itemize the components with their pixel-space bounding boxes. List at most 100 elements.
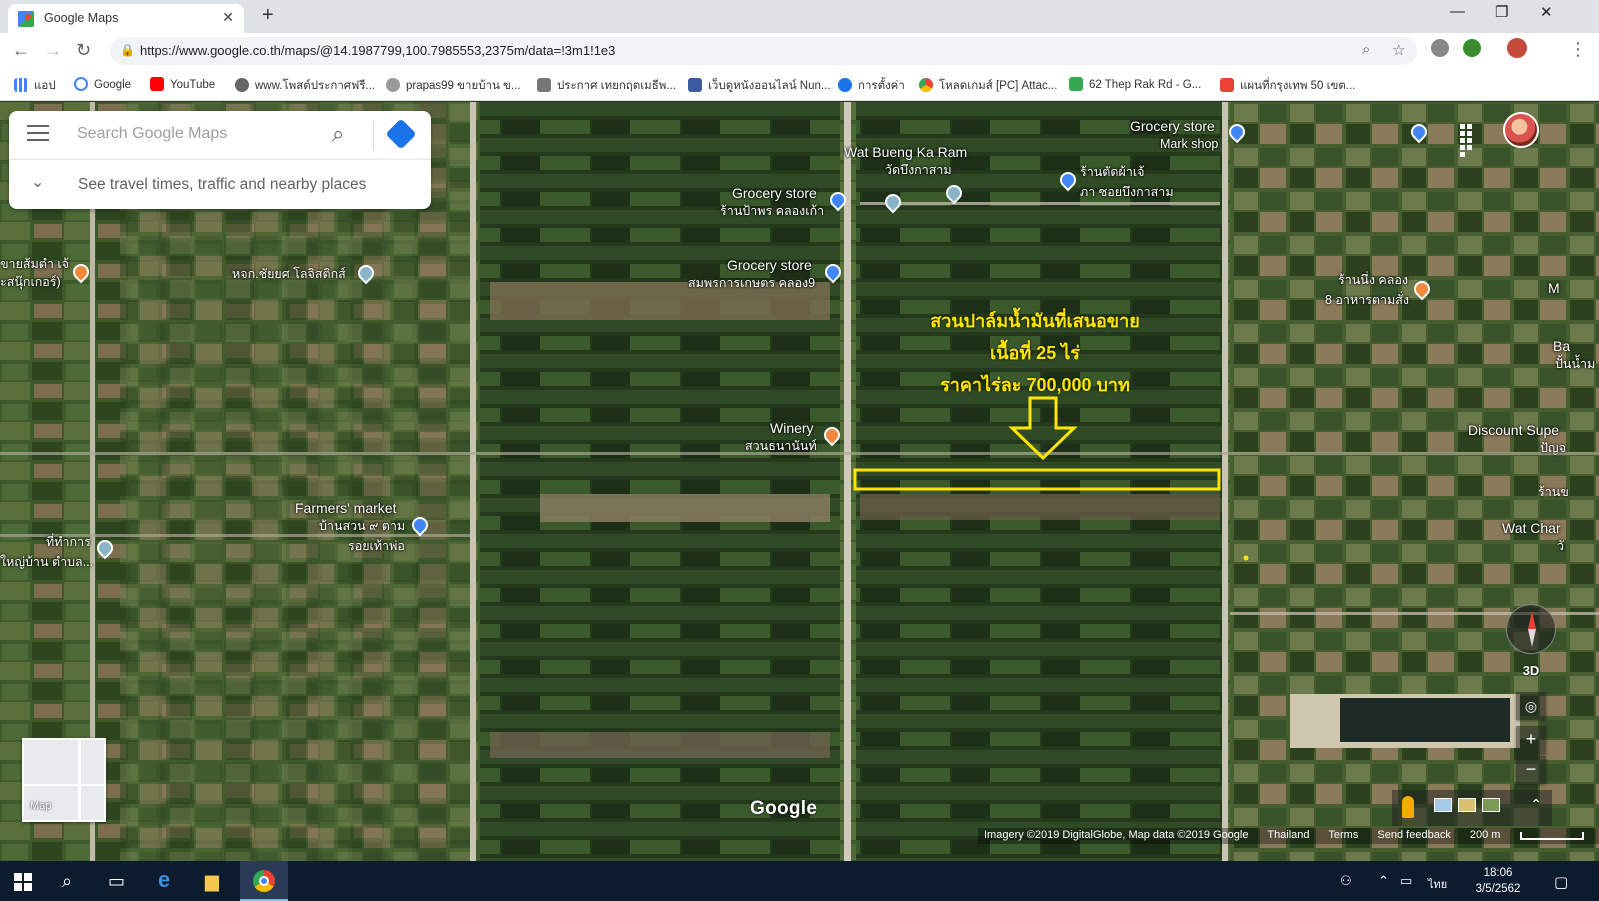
bookmark-games[interactable]: โหลดเกมส์ [PC] Attac...	[919, 77, 1057, 95]
bookmark-prapas[interactable]: prapas99 ขายบ้าน ข...	[386, 77, 520, 95]
travel-times-panel[interactable]: ⌄ See travel times, traffic and nearby p…	[9, 159, 431, 209]
place-label[interactable]: Winery	[770, 420, 814, 436]
scale-label[interactable]: 200 m	[1470, 829, 1501, 841]
place-label[interactable]: สวนธนานันท์	[745, 438, 817, 454]
zoom-icon[interactable]: ⌕	[1362, 41, 1370, 58]
people-icon[interactable]: ⚇	[1340, 873, 1352, 889]
bookmark-thep-rak[interactable]: 62 Thep Rak Rd - G...	[1069, 77, 1201, 91]
forward-button[interactable]: →	[44, 40, 62, 61]
extension-icon[interactable]	[1431, 39, 1449, 57]
notifications-icon[interactable]: ▢	[1554, 873, 1568, 891]
place-label[interactable]: Farmers' market	[295, 500, 396, 516]
maximize-button[interactable]: ❐	[1495, 3, 1508, 21]
place-label[interactable]: ร้านนึ่ง คลอง	[1338, 272, 1408, 288]
chevron-down-icon[interactable]: ⌄	[31, 172, 44, 192]
address-bar[interactable]: 🔒 https://www.google.co.th/maps/@14.1987…	[110, 37, 1417, 65]
menu-icon[interactable]	[27, 125, 49, 141]
minimize-button[interactable]: —	[1450, 3, 1465, 20]
place-label[interactable]: ปัญจ	[1540, 440, 1566, 456]
windows-start-icon[interactable]	[14, 873, 32, 891]
place-label[interactable]: ร้านตัดผ้าเจ้	[1080, 164, 1144, 180]
zoom-out-button[interactable]: −	[1516, 756, 1546, 784]
place-label[interactable]: Grocery store	[727, 257, 812, 273]
back-button[interactable]: ←	[12, 40, 30, 61]
bookmarks-bar: แอป Google YouTube www.โพสต์ประกาศฟรี...…	[0, 69, 1599, 101]
compass-icon[interactable]	[1506, 604, 1556, 654]
account-avatar[interactable]	[1503, 112, 1539, 148]
bookmark-prakas[interactable]: ประกาศ เทยกฤตเมธีพ...	[537, 77, 676, 95]
youtube-icon	[150, 77, 164, 91]
place-label[interactable]: Grocery store	[732, 185, 817, 201]
place-label[interactable]: ร้านข	[1538, 484, 1569, 500]
satellite-map[interactable]: สวนปาล์มน้ำมันที่เสนอขาย เนื้อที่ 25 ไร่…	[0, 102, 1599, 861]
place-label[interactable]: ใหญ่บ้าน ตำบล...	[0, 554, 93, 570]
search-input[interactable]	[77, 125, 317, 143]
place-label[interactable]: M	[1548, 280, 1560, 296]
place-label[interactable]: ะสนุ๊กเกอร์)	[0, 274, 61, 290]
place-label[interactable]: วั	[1557, 538, 1564, 554]
place-label[interactable]: ภา ซอยบึงกาสาม	[1080, 184, 1174, 200]
edge-browser-icon[interactable]: e	[158, 867, 170, 893]
chrome-menu-icon[interactable]: ⋮	[1569, 39, 1587, 60]
place-label[interactable]: วัดบึงกาสาม	[885, 162, 952, 178]
imagery-tile-icon[interactable]	[1482, 798, 1500, 812]
expand-icon[interactable]: ⌃	[1530, 796, 1542, 813]
place-label[interactable]: ปั้นน้ำม	[1555, 356, 1595, 372]
directions-icon[interactable]	[385, 118, 417, 150]
place-label[interactable]: รอยเท้าพ่อ	[348, 538, 405, 554]
send-feedback-link[interactable]: Send feedback	[1377, 829, 1450, 841]
zoom-in-button[interactable]: +	[1516, 726, 1546, 754]
chrome-icon[interactable]	[253, 870, 275, 892]
bookmark-apps[interactable]: แอป	[14, 77, 56, 95]
place-label[interactable]: Ba	[1553, 338, 1570, 354]
search-icon[interactable]: ⌕	[62, 871, 72, 892]
language-indicator[interactable]: ไทย	[1428, 875, 1447, 893]
place-label[interactable]: Grocery store	[1130, 118, 1215, 134]
tray-expand-icon[interactable]: ⌃	[1378, 873, 1389, 889]
bookmark-youtube[interactable]: YouTube	[150, 77, 215, 91]
bookmark-movies[interactable]: เว็บดูหนังออนไลน์ Nun...	[688, 77, 830, 95]
country-link[interactable]: Thailand	[1267, 829, 1309, 841]
google-apps-icon[interactable]	[1460, 124, 1480, 157]
lock-icon: 🔒	[120, 43, 135, 57]
bookmark-post[interactable]: www.โพสต์ประกาศฟรี...	[235, 77, 375, 95]
place-label[interactable]: Discount Supe	[1468, 422, 1559, 438]
tab-google-maps[interactable]: Google Maps ✕	[8, 4, 244, 33]
bookmark-google[interactable]: Google	[74, 77, 131, 91]
annotation-price: ราคาไร่ละ 700,000 บาท	[940, 375, 1130, 395]
imagery-tile-icon[interactable]	[1434, 798, 1452, 812]
profile-avatar[interactable]	[1507, 38, 1527, 58]
reload-button[interactable]: ↻	[76, 40, 91, 61]
close-window-button[interactable]: ✕	[1540, 3, 1553, 21]
search-icon[interactable]: ⌕	[332, 121, 344, 147]
imagery-tile-icon[interactable]	[1458, 798, 1476, 812]
browser-toolbar: ← → ↻ 🔒 https://www.google.co.th/maps/@1…	[0, 33, 1599, 69]
place-label[interactable]: บ้านสวน ๙ ตาม	[319, 518, 405, 534]
task-view-icon[interactable]: ▭	[108, 871, 125, 892]
street-view-pegman-icon[interactable]	[1402, 796, 1414, 818]
my-location-button[interactable]: ◎	[1516, 692, 1546, 720]
place-label[interactable]: สมพรการเกษตร คลอง9	[688, 275, 815, 291]
terms-link[interactable]: Terms	[1328, 829, 1358, 841]
tab-title: Google Maps	[44, 11, 119, 25]
extension-icon[interactable]	[1463, 39, 1481, 57]
tab-close-icon[interactable]: ✕	[222, 9, 234, 26]
place-label[interactable]: 8 อาหารตามสั่ง	[1325, 292, 1409, 308]
place-label[interactable]: ขายส้มตำ เจ้	[0, 256, 69, 272]
new-tab-button[interactable]: +	[262, 4, 274, 27]
map-layer-toggle[interactable]: Map	[22, 738, 106, 822]
3d-toggle-button[interactable]: 3D	[1516, 658, 1546, 684]
bookmark-bangkok-map[interactable]: แผนที่กรุงเทพ 50 เขต...	[1220, 77, 1355, 95]
place-label[interactable]: Wat Bueng Ka Ram	[844, 144, 967, 160]
place-label[interactable]: Wat Char	[1502, 520, 1561, 536]
network-icon[interactable]: ▭	[1400, 873, 1412, 889]
imagery-credit: Imagery ©2019 DigitalGlobe, Map data ©20…	[984, 829, 1249, 841]
place-label[interactable]: หจก.ชัยยศ โลจิสติกส์	[232, 266, 346, 282]
place-label[interactable]: ร้านป้าพร คลองเก้า	[720, 203, 824, 219]
bookmark-settings[interactable]: การตั้งค่า	[838, 77, 905, 95]
place-label[interactable]: ที่ทำการ	[46, 534, 91, 550]
taskbar-clock[interactable]: 18:06 3/5/2562	[1468, 865, 1528, 897]
bookmark-star-icon[interactable]: ☆	[1392, 41, 1405, 59]
place-label[interactable]: Mark shop	[1160, 136, 1218, 152]
file-explorer-icon[interactable]: ▆	[205, 871, 219, 892]
